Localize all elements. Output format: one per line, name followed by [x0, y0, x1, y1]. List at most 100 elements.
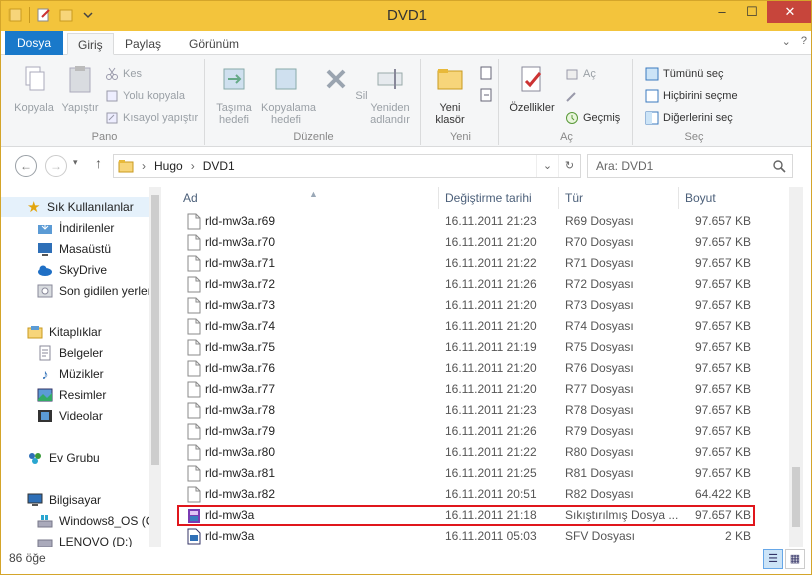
drive-icon [37, 539, 53, 547]
nav-pictures[interactable]: Resimler [1, 385, 149, 405]
file-date: 16.11.2011 21:25 [445, 466, 537, 480]
nav-skydrive[interactable]: SkyDrive [1, 260, 149, 280]
table-row[interactable]: rld-mw3a.r74 16.11.2011 21:20 R74 Dosyası 9… [171, 316, 791, 337]
column-date[interactable]: Değiştirme tarihi [439, 187, 559, 209]
breadcrumb-separator-icon[interactable]: › [142, 159, 146, 173]
copy-button[interactable]: Kopyala [9, 63, 59, 114]
nav-drive-d[interactable]: LENOVO (D:) [1, 532, 149, 547]
nav-drive-c[interactable]: Windows8_OS (C [1, 511, 149, 531]
refresh-icon[interactable]: ↻ [558, 155, 580, 177]
back-button[interactable]: ← [15, 155, 37, 177]
navigation-scrollbar[interactable] [149, 187, 161, 547]
rename-button[interactable]: Yeniden adlandır [365, 63, 415, 126]
file-name: rld-mw3a.r77 [205, 382, 276, 396]
table-row[interactable]: rld-mw3a.r69 16.11.2011 21:23 R69 Dosyası 9… [171, 211, 791, 232]
file-list-scrollbar[interactable] [789, 187, 803, 547]
nav-downloads[interactable]: İndirilenler [1, 218, 149, 238]
nav-favorites[interactable]: ★ Sık Kullanılanlar [1, 197, 149, 217]
table-row[interactable]: rld-mw3a.r81 16.11.2011 21:25 R81 Dosyası 9… [171, 463, 791, 484]
breadcrumb-dvd1[interactable]: DVD1 [203, 159, 235, 173]
paste-shortcut-button[interactable]: Kısayol yapıştır [105, 109, 198, 127]
recent-locations-icon[interactable]: ▾ [73, 157, 78, 168]
file-name: rld-mw3a [205, 529, 255, 543]
paste-label: Yapıştır [61, 102, 99, 114]
table-row[interactable]: rld-mw3a.r72 16.11.2011 21:26 R72 Dosyası 9… [171, 274, 791, 295]
file-type: R77 Dosyası [565, 382, 634, 396]
copy-to-button[interactable]: Kopyalama hedefi [261, 63, 316, 126]
properties-button[interactable]: Özellikler [507, 63, 557, 114]
move-to-icon [223, 68, 245, 90]
breadcrumb-separator-icon[interactable]: › [191, 159, 195, 173]
help-icon[interactable]: ? [801, 35, 807, 48]
nav-desktop[interactable]: Masaüstü [1, 239, 149, 259]
breadcrumb-hugo[interactable]: Hugo [154, 159, 183, 173]
history-button[interactable]: Geçmiş [565, 109, 620, 127]
table-row[interactable]: rld-mw3a.r75 16.11.2011 21:19 R75 Dosyası 9… [171, 337, 791, 358]
column-name[interactable]: ▲ Ad [177, 187, 439, 209]
folder-icon [118, 160, 134, 173]
address-dropdown-icon[interactable]: ⌄ [536, 155, 558, 177]
easy-access-icon[interactable] [479, 87, 495, 103]
nav-videos[interactable]: Videolar [1, 406, 149, 426]
nav-homegroup[interactable]: Ev Grubu [1, 448, 149, 468]
column-type[interactable]: Tür [559, 187, 679, 209]
table-row[interactable]: rld-mw3a.r76 16.11.2011 21:20 R76 Dosyası 9… [171, 358, 791, 379]
select-all-button[interactable]: Tümünü seç [645, 65, 724, 83]
table-row[interactable]: rld-mw3a 16.11.2011 05:03 SFV Dosyası 2 KB [171, 526, 791, 547]
tab-home[interactable]: Giriş [67, 33, 114, 55]
maximize-button[interactable]: ☐ [737, 1, 767, 23]
nav-documents[interactable]: Belgeler [1, 343, 149, 363]
close-button[interactable]: ✕ [767, 1, 811, 23]
nav-recent[interactable]: Son gidilen yerler [1, 281, 149, 301]
file-name: rld-mw3a.r74 [205, 319, 276, 333]
search-input[interactable]: Ara: DVD1 [587, 154, 793, 178]
nav-computer[interactable]: Bilgisayar [1, 490, 149, 510]
table-row[interactable]: rld-mw3a.r73 16.11.2011 21:20 R73 Dosyası 9… [171, 295, 791, 316]
table-row[interactable]: rld-mw3a.r80 16.11.2011 21:22 R80 Dosyası 9… [171, 442, 791, 463]
details-view-button[interactable]: ☰ [763, 549, 783, 569]
minimize-button[interactable]: ‒ [707, 1, 737, 23]
nav-music[interactable]: ♪ Müzikler [1, 364, 149, 384]
scroll-thumb[interactable] [151, 195, 159, 465]
expand-ribbon-icon[interactable]: ⌄ [782, 35, 791, 48]
open-button[interactable]: Aç [565, 65, 596, 83]
table-row[interactable]: rld-mw3a.r77 16.11.2011 21:20 R77 Dosyası 9… [171, 379, 791, 400]
file-icon [187, 339, 201, 356]
select-none-button[interactable]: Hiçbirini seçme [645, 87, 738, 105]
table-row[interactable]: rld-mw3a 16.11.2011 21:18 Sıkıştırılmış Do… [177, 505, 755, 526]
table-row[interactable]: rld-mw3a.r79 16.11.2011 21:26 R79 Dosyası 9… [171, 421, 791, 442]
file-type: R75 Dosyası [565, 340, 634, 354]
open-group: Özellikler Aç Geçmiş Aç [501, 59, 633, 145]
file-icon [187, 465, 201, 482]
file-date: 16.11.2011 21:23 [445, 403, 537, 417]
paste-button[interactable]: Yapıştır [55, 63, 105, 114]
table-row[interactable]: rld-mw3a.r71 16.11.2011 21:22 R71 Dosyası 9… [171, 253, 791, 274]
table-row[interactable]: rld-mw3a.r82 16.11.2011 20:51 R82 Dosyası 6… [171, 484, 791, 505]
nav-videos-label: Videolar [59, 409, 103, 423]
address-bar[interactable]: › Hugo › DVD1 ⌄ ↻ [113, 154, 581, 178]
table-row[interactable]: rld-mw3a.r78 16.11.2011 21:23 R78 Dosyası 9… [171, 400, 791, 421]
edit-button[interactable] [565, 87, 579, 105]
nav-libraries[interactable]: Kitaplıklar [1, 322, 149, 342]
file-name: rld-mw3a.r78 [205, 403, 276, 417]
table-row[interactable]: rld-mw3a.r70 16.11.2011 21:20 R70 Dosyası 9… [171, 232, 791, 253]
new-folder-button[interactable]: Yeni klasör [425, 63, 475, 126]
tab-view[interactable]: Görünüm [179, 33, 249, 55]
tab-file[interactable]: Dosya [5, 31, 64, 55]
large-icons-view-button[interactable]: ▦ [785, 549, 805, 569]
paste-shortcut-icon [106, 112, 118, 124]
forward-button[interactable]: → [45, 155, 67, 177]
invert-selection-button[interactable]: Diğerlerini seç [645, 109, 733, 127]
tab-share[interactable]: Paylaş [115, 33, 171, 55]
search-icon[interactable] [772, 159, 786, 173]
move-to-button[interactable]: Taşıma hedefi [209, 63, 259, 126]
new-item-icon[interactable] [479, 65, 495, 81]
delete-button[interactable]: Sil [319, 63, 369, 102]
copy-path-button[interactable]: Yolu kopyala [105, 87, 185, 105]
up-button[interactable]: ↑ [95, 155, 102, 171]
column-size[interactable]: Boyut [679, 187, 755, 209]
cut-button[interactable]: Kes [105, 65, 142, 83]
copy-path-icon [106, 90, 118, 102]
scroll-thumb[interactable] [792, 467, 800, 527]
libraries-icon [27, 326, 43, 339]
